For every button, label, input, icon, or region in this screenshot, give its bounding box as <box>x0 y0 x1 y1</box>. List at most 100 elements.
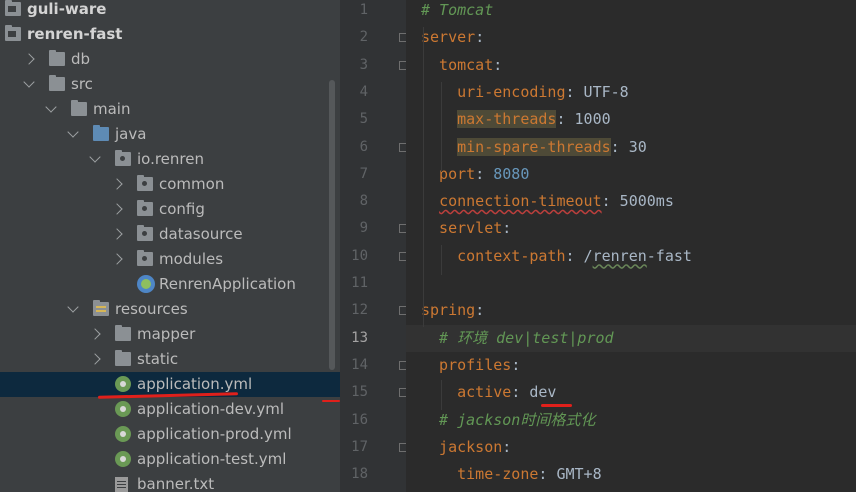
chevron-down-icon[interactable] <box>67 126 79 138</box>
code-token: connection-timeout <box>439 192 602 211</box>
source-folder-icon <box>93 125 109 141</box>
folder-icon <box>71 100 87 116</box>
module-folder-icon <box>5 25 21 41</box>
red-underline-dev <box>541 404 572 407</box>
code-token: : UTF-8 <box>565 82 629 101</box>
tree-item-label: application-prod.yml <box>137 425 292 443</box>
code-line[interactable]: # 环境 dev|test|prod <box>421 325 614 352</box>
tree-item[interactable]: application-prod.yml <box>0 422 340 447</box>
chevron-right-icon[interactable] <box>89 328 101 340</box>
line-number: 15 <box>351 384 368 401</box>
tree-item-label: application-test.yml <box>137 450 287 468</box>
editor-gutter: 1 2 3 4 5 6 7 8 9 10 11 12 13 14 15 16 17 18 <box>340 0 408 492</box>
code-token: : <box>475 28 485 47</box>
chevron-right-icon[interactable] <box>111 228 123 240</box>
line-number: 6 <box>359 138 368 155</box>
tree-item[interactable]: src <box>0 72 340 97</box>
tree-item-label: datasource <box>159 225 243 243</box>
tree-item[interactable]: datasource <box>0 222 340 247</box>
indent-guide <box>441 82 442 172</box>
code-token: jackson <box>421 437 503 456</box>
code-line[interactable]: context-path: /renren-fast <box>421 243 692 270</box>
line-number: 5 <box>359 111 368 128</box>
tree-item-label: mapper <box>137 325 196 343</box>
tree-item[interactable]: mapper <box>0 322 340 347</box>
code-line[interactable]: servlet: <box>421 215 511 242</box>
line-number: 11 <box>351 275 368 291</box>
tree-item[interactable]: static <box>0 347 340 372</box>
line-number: 8 <box>359 193 368 210</box>
tree-item[interactable]: guli-ware <box>0 0 340 22</box>
tree-item-label: renren-fast <box>27 25 123 43</box>
code-token: : <box>502 437 512 456</box>
tree-item[interactable]: application-dev.yml <box>0 397 340 422</box>
chevron-right-icon[interactable] <box>111 203 123 215</box>
tree-item[interactable]: application-test.yml <box>0 447 340 472</box>
chevron-down-icon[interactable] <box>45 101 57 113</box>
line-number: 9 <box>359 220 368 237</box>
code-editor[interactable]: # Tomcat server: tomcat: uri-encoding: UT… <box>406 0 856 492</box>
chevron-right-icon[interactable] <box>89 353 101 365</box>
tree-item[interactable]: db <box>0 47 340 72</box>
tree-item[interactable]: banner.txt <box>0 472 340 492</box>
code-token: : <box>502 219 512 238</box>
code-token: : <box>493 55 503 74</box>
code-token: 8080 <box>493 164 530 183</box>
code-line[interactable]: server: <box>421 24 484 51</box>
code-line[interactable]: spring: <box>421 297 484 324</box>
tree-item[interactable]: renren-fast <box>0 22 340 47</box>
chevron-right-icon[interactable] <box>111 253 123 265</box>
spring-yml-icon <box>115 401 131 417</box>
code-token: # 环境 dev|test|prod <box>421 328 614 347</box>
line-number: 1 <box>359 2 368 18</box>
package-icon <box>137 225 153 241</box>
code-token: : <box>511 355 521 374</box>
code-line[interactable]: uri-encoding: UTF-8 <box>421 79 629 106</box>
project-tree-panel: guli-ware renren-fast db src main java io.renr… <box>0 0 340 492</box>
package-icon <box>137 200 153 216</box>
tree-item[interactable]: main <box>0 97 340 122</box>
tree-item[interactable]: resources <box>0 297 340 322</box>
tree-item[interactable]: RenrenApplication <box>0 272 340 297</box>
code-line[interactable]: tomcat: <box>421 52 502 79</box>
project-tree-scrollbar[interactable] <box>329 80 335 370</box>
code-line[interactable]: time-zone: GMT+8 <box>421 461 602 488</box>
folder-icon <box>115 325 131 341</box>
tree-item-label: common <box>159 175 225 193</box>
indent-guide <box>441 380 442 410</box>
tree-item-label: config <box>159 200 205 218</box>
code-line[interactable]: jackson: <box>421 434 511 461</box>
code-line[interactable]: min-spare-threads: 30 <box>421 134 647 161</box>
chevron-down-icon[interactable] <box>89 151 101 163</box>
code-line[interactable]: port: 8080 <box>421 161 529 188</box>
code-token: spring <box>421 301 476 320</box>
chevron-down-icon[interactable] <box>23 76 35 88</box>
line-number: 10 <box>351 247 368 264</box>
tree-item[interactable]: common <box>0 172 340 197</box>
code-line[interactable]: profiles: <box>421 352 520 379</box>
code-line[interactable]: # Tomcat <box>421 0 493 24</box>
folder-icon <box>49 50 65 66</box>
code-token: : 5000ms <box>601 192 674 211</box>
tree-item-label: resources <box>115 300 188 318</box>
chevron-right-icon[interactable] <box>111 178 123 190</box>
code-token: : <box>475 301 485 320</box>
code-line[interactable]: # jackson时间格式化 <box>421 407 595 434</box>
tree-item-label: java <box>115 125 147 143</box>
code-token: min-spare-threads <box>457 137 611 156</box>
tree-item-label: db <box>71 50 91 68</box>
tree-item-label: RenrenApplication <box>159 275 296 293</box>
chevron-down-icon[interactable] <box>67 301 79 313</box>
tree-item[interactable]: io.renren <box>0 147 340 172</box>
code-token: uri-encoding <box>421 82 566 101</box>
tree-item[interactable]: config <box>0 197 340 222</box>
code-token: dev <box>529 383 557 402</box>
code-line[interactable]: max-threads: 1000 <box>421 106 611 133</box>
package-icon <box>137 175 153 191</box>
tree-item[interactable]: modules <box>0 247 340 272</box>
chevron-right-icon[interactable] <box>23 53 35 65</box>
tree-item[interactable]: java <box>0 122 340 147</box>
code-token: : GMT+8 <box>538 465 602 484</box>
code-line[interactable]: connection-timeout: 5000ms <box>421 188 674 215</box>
